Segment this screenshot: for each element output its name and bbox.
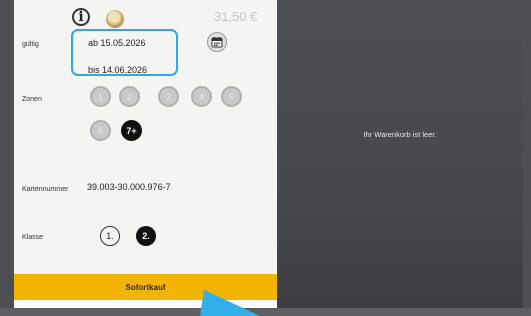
- card-number-value: 39.003-30.000.976-7: [87, 182, 171, 192]
- cart-empty-message: Ihr Warenkorb ist leer.: [363, 130, 437, 139]
- valid-from-date[interactable]: ab 15.05.2026: [88, 38, 146, 48]
- pointing-finger-icon: [200, 290, 260, 316]
- zones-label: Zonen: [22, 96, 42, 103]
- zone-button-5[interactable]: 5: [221, 86, 242, 107]
- coin-icon: [106, 10, 124, 28]
- zone-button-6[interactable]: 6: [90, 120, 111, 141]
- calendar-icon[interactable]: [207, 32, 227, 52]
- zone-button-1[interactable]: 1: [90, 86, 111, 107]
- ticket-price: 31,50 €: [214, 9, 258, 24]
- cart-panel: Ihr Warenkorb ist leer.: [277, 0, 523, 308]
- zone-button-3[interactable]: 3: [158, 86, 179, 107]
- card-number-label: Kartennummer: [22, 186, 69, 193]
- valid-to-date[interactable]: bis 14.06.2026: [88, 65, 147, 75]
- validity-label: gültig: [22, 41, 39, 48]
- class-2-button[interactable]: 2.: [136, 226, 156, 246]
- class-1-button[interactable]: 1.: [100, 226, 120, 246]
- class-label: Klasse: [22, 234, 44, 241]
- info-icon[interactable]: i: [72, 8, 90, 26]
- zone-button-7plus[interactable]: 7+: [121, 120, 142, 141]
- ticket-panel: i 31,50 € gültig ab 15.05.2026 bis 14.06…: [14, 0, 277, 308]
- zone-button-4[interactable]: 4: [191, 86, 212, 107]
- zone-button-2[interactable]: 2: [119, 86, 140, 107]
